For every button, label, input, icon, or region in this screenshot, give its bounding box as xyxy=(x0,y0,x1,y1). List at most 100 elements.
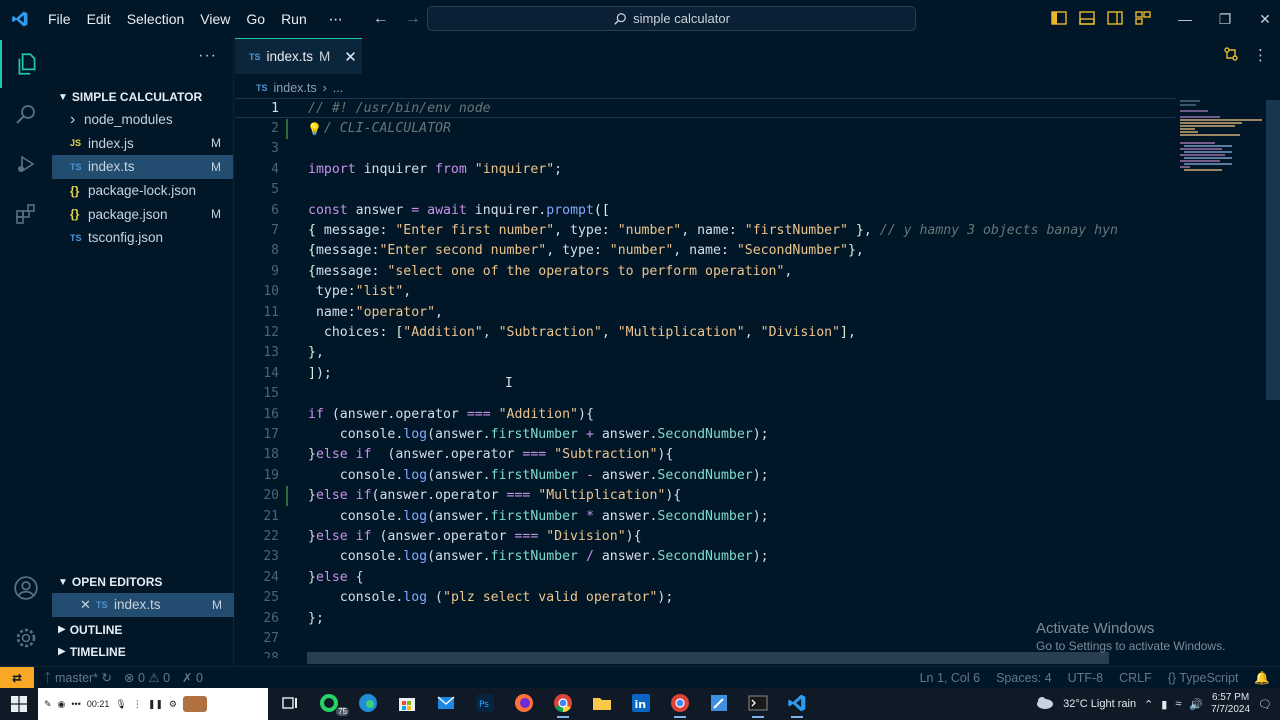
microphone-icon[interactable]: 🎙 xyxy=(115,699,126,710)
search-panel-icon[interactable] xyxy=(0,90,52,138)
code-line[interactable]: 5 xyxy=(235,180,1175,200)
code-line[interactable]: 2 💡 / CLI-CALCULATOR xyxy=(235,118,1175,139)
compare-changes-icon[interactable] xyxy=(1223,46,1239,66)
code-line[interactable]: 14]); xyxy=(235,363,1175,383)
camera-icon[interactable]: ◉ xyxy=(58,699,66,710)
code-line[interactable]: 6 const answer = await inquirer.prompt([ xyxy=(235,200,1175,220)
task-view-icon[interactable] xyxy=(278,690,302,716)
command-center-search[interactable]: simple calculator xyxy=(427,6,916,31)
language-mode[interactable]: {} TypeScript xyxy=(1168,671,1239,685)
open-editor-item[interactable]: ✕ TS index.ts M xyxy=(52,593,234,617)
close-window-button[interactable]: ✕ xyxy=(1245,0,1280,38)
code-line[interactable]: 24}else { xyxy=(235,567,1175,587)
code-line[interactable]: 26}; xyxy=(235,608,1175,628)
file-item[interactable]: {} package.json M xyxy=(52,202,233,226)
tab-close-icon[interactable]: ✕ xyxy=(344,48,357,66)
settings-gear-icon[interactable] xyxy=(0,614,52,662)
run-debug-icon[interactable] xyxy=(0,140,52,188)
notifications-bell-icon[interactable]: 🔔 xyxy=(1254,671,1270,686)
code-line[interactable]: 10 type:"list", xyxy=(235,282,1175,302)
forward-arrow-icon[interactable]: → xyxy=(405,10,421,28)
minimap[interactable] xyxy=(1175,98,1265,178)
minimize-button[interactable]: — xyxy=(1165,0,1205,38)
toggle-panel-icon[interactable] xyxy=(1078,9,1096,27)
menu-file[interactable]: File xyxy=(40,11,79,27)
more-actions-icon[interactable]: ⋮ xyxy=(1253,46,1268,66)
vscode-taskbar-icon[interactable] xyxy=(785,690,809,718)
close-icon[interactable]: ✕ xyxy=(80,597,96,613)
customize-layout-icon[interactable] xyxy=(1134,9,1152,27)
explorer-more-actions[interactable]: ··· xyxy=(198,47,217,65)
code-line[interactable]: 25 console.log ("plz select valid operat… xyxy=(235,588,1175,608)
outline-header[interactable]: ▶ OUTLINE xyxy=(52,619,234,641)
timeline-header[interactable]: ▶ TIMELINE xyxy=(52,641,234,663)
back-arrow-icon[interactable]: ← xyxy=(373,10,389,28)
volume-icon[interactable]: 🔊 xyxy=(1189,698,1203,711)
notification-center-icon[interactable]: 🗨 xyxy=(1258,698,1272,711)
code-line[interactable]: 23 console.log(answer.firstNumber / answ… xyxy=(235,547,1175,567)
menu-selection[interactable]: Selection xyxy=(119,11,193,27)
terminal-icon[interactable] xyxy=(746,690,770,718)
problems-indicator[interactable]: ⊗ 0 ⚠ 0 xyxy=(124,670,170,685)
tab-index-ts[interactable]: TS index.ts M ✕ xyxy=(235,38,362,74)
code-line[interactable]: 11 name:"operator", xyxy=(235,302,1175,322)
account-icon[interactable] xyxy=(0,564,52,612)
more-icon[interactable]: ⋮ xyxy=(133,699,142,710)
encoding[interactable]: UTF-8 xyxy=(1068,671,1103,685)
code-line[interactable]: 22}else if (answer.operator === "Divisio… xyxy=(235,526,1175,546)
linkedin-icon[interactable]: in xyxy=(629,690,653,716)
show-hidden-icons-icon[interactable]: ⌃ xyxy=(1144,698,1153,711)
file-item[interactable]: TS index.ts M xyxy=(52,155,233,179)
code-line[interactable]: 18}else if (answer.operator === "Subtrac… xyxy=(235,445,1175,465)
breadcrumb-file[interactable]: index.ts xyxy=(274,81,317,95)
pen-icon[interactable]: ✎ xyxy=(44,699,52,710)
paint-icon[interactable] xyxy=(707,690,731,716)
menu-view[interactable]: View xyxy=(192,11,238,27)
branch-indicator[interactable]: ᛏ master* ↻ xyxy=(44,670,112,685)
toggle-primary-sidebar-icon[interactable] xyxy=(1050,9,1068,27)
edge-browser-icon[interactable] xyxy=(356,690,380,716)
code-line[interactable]: 7 { message: "Enter first number", type: … xyxy=(235,220,1175,240)
remote-indicator-icon[interactable]: ⇄ xyxy=(0,666,34,689)
explorer-icon[interactable] xyxy=(0,40,52,88)
code-line[interactable]: 1 // #! /usr/bin/env node xyxy=(235,98,1175,119)
file-explorer-icon[interactable] xyxy=(590,690,614,716)
code-line[interactable]: 19 console.log(answer.firstNumber - answ… xyxy=(235,465,1175,485)
photoshop-icon[interactable]: Ps xyxy=(473,690,497,716)
code-line[interactable]: 12 choices: ["Addition", "Subtraction", … xyxy=(235,322,1175,342)
file-item[interactable]: › node_modules xyxy=(52,108,233,132)
file-item[interactable]: TS tsconfig.json xyxy=(52,226,233,250)
gear-icon[interactable]: ⚙ xyxy=(169,699,177,710)
code-line[interactable]: 4 import inquirer from "inquirer"; xyxy=(235,159,1175,179)
horizontal-scrollbar[interactable] xyxy=(307,652,1109,664)
mail-icon[interactable] xyxy=(434,690,458,716)
code-line[interactable]: 3 xyxy=(235,139,1175,159)
menu-more[interactable]: ⋯ xyxy=(321,11,351,28)
clock[interactable]: 6:57 PM 7/7/2024 xyxy=(1211,692,1250,716)
line-ending[interactable]: CRLF xyxy=(1119,671,1152,685)
code-line[interactable]: 16 if (answer.operator === "Addition"){ xyxy=(235,404,1175,424)
code-line[interactable]: 13}, xyxy=(235,343,1175,363)
whatsapp-icon[interactable]: 75 xyxy=(317,690,349,716)
extensions-icon[interactable] xyxy=(0,190,52,238)
cursor-position[interactable]: Ln 1, Col 6 xyxy=(920,671,980,685)
file-item[interactable]: {} package-lock.json xyxy=(52,179,233,203)
menu-run[interactable]: Run xyxy=(273,11,315,27)
chrome-icon[interactable] xyxy=(551,690,575,718)
toggle-secondary-sidebar-icon[interactable] xyxy=(1106,9,1124,27)
code-line[interactable]: 27 xyxy=(235,628,1175,648)
network-icon[interactable]: ≈ xyxy=(1175,698,1181,710)
pause-icon[interactable]: ❚❚ xyxy=(148,699,163,710)
microsoft-store-icon[interactable] xyxy=(395,690,419,716)
code-line[interactable]: 17 console.log(answer.firstNumber + answ… xyxy=(235,424,1175,444)
open-editors-header[interactable]: ▼ OPEN EDITORS xyxy=(52,571,234,593)
file-item[interactable]: JS index.js M xyxy=(52,132,233,156)
menu-edit[interactable]: Edit xyxy=(79,11,119,27)
code-line[interactable]: 9 {message: "select one of the operators … xyxy=(235,261,1175,281)
vertical-scrollbar-thumb[interactable] xyxy=(1266,100,1280,400)
battery-icon[interactable]: ▮ xyxy=(1161,698,1167,711)
code-line[interactable]: 8 {message:"Enter second number", type: "… xyxy=(235,241,1175,261)
breadcrumb-rest[interactable]: ... xyxy=(333,81,343,95)
brush-icon[interactable] xyxy=(183,696,207,712)
ports-indicator[interactable]: ✗ 0 xyxy=(182,670,203,685)
